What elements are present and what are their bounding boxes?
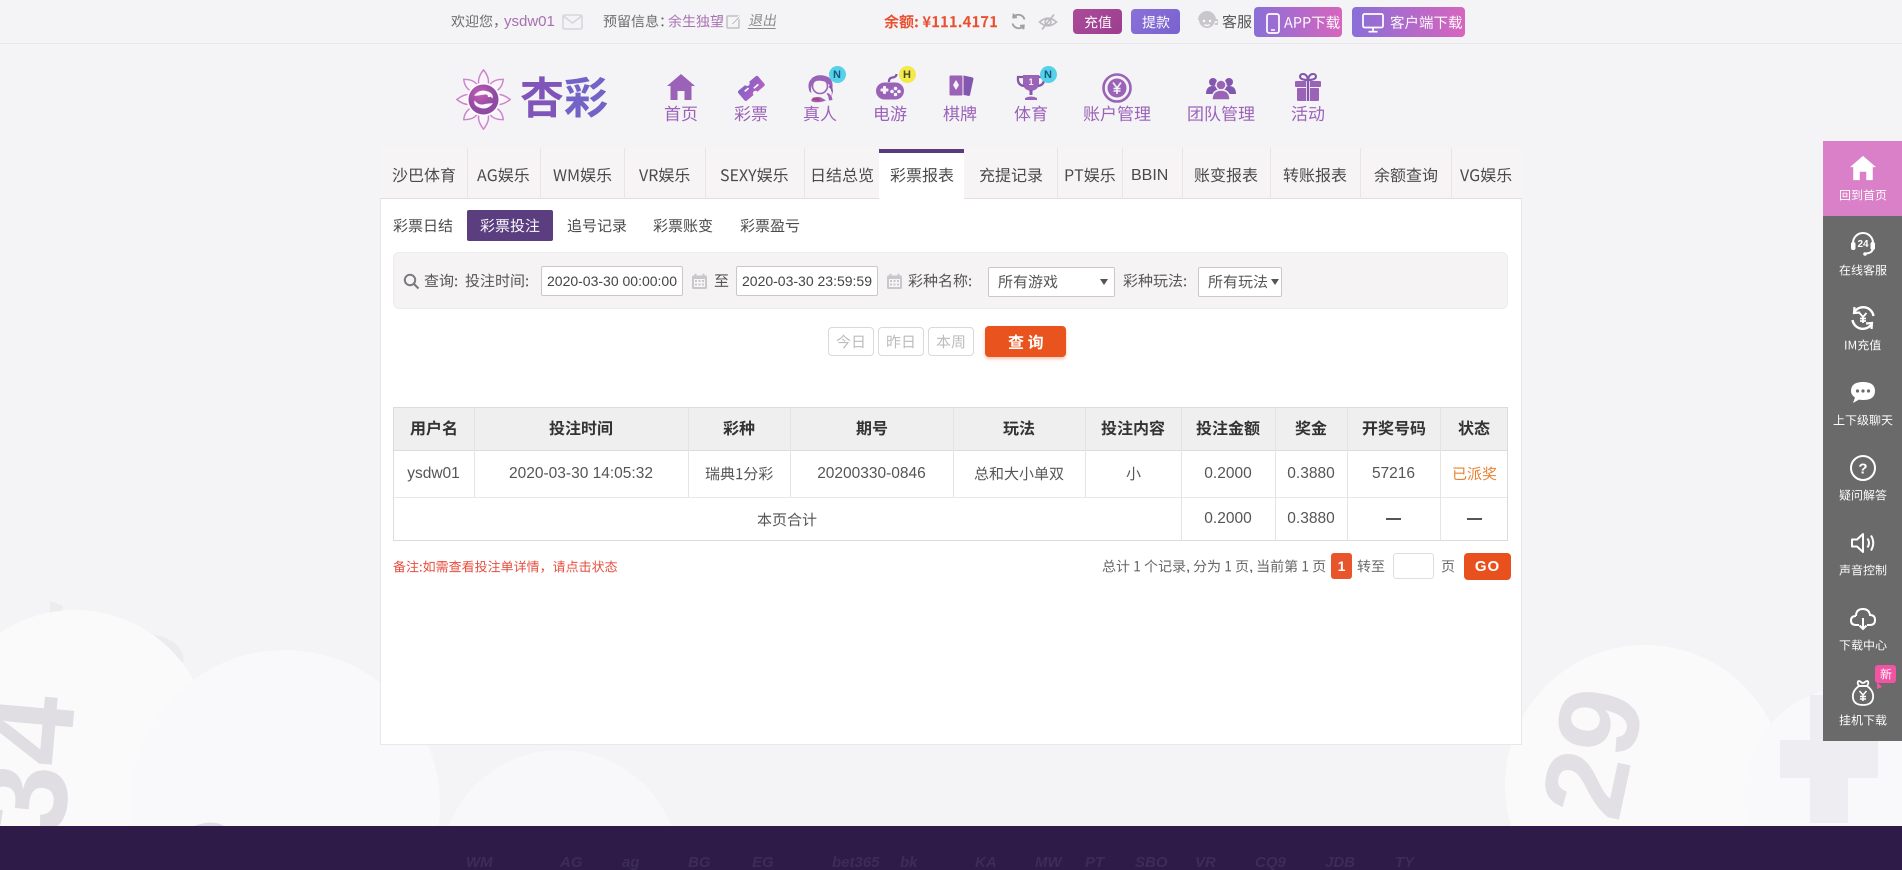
svg-text:1: 1 — [1028, 77, 1033, 87]
svg-text:34: 34 — [0, 689, 102, 840]
svg-text:24: 24 — [1857, 239, 1869, 250]
svg-text:29: 29 — [1517, 677, 1669, 829]
svg-text:?: ? — [1858, 461, 1867, 478]
